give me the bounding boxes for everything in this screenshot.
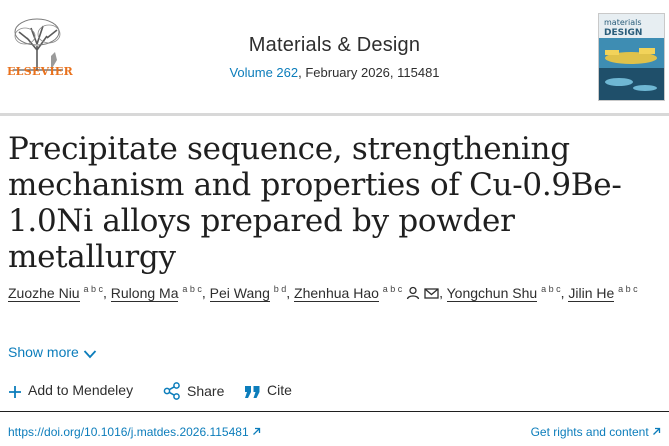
external-link-arrow-icon: [653, 427, 661, 435]
author-link[interactable]: Pei Wang: [209, 284, 270, 302]
cover-title-line2: DESIGN: [604, 28, 642, 38]
header-divider: [0, 113, 669, 116]
actions-divider: [0, 411, 669, 412]
author-affiliation[interactable]: b d: [274, 284, 287, 294]
author-affiliation[interactable]: a b c: [83, 284, 103, 294]
author-affiliation[interactable]: a b c: [383, 284, 403, 294]
show-more-button[interactable]: Show more: [8, 344, 97, 360]
share-icon: [163, 382, 180, 400]
quote-icon: [245, 386, 260, 398]
email-icon[interactable]: [424, 287, 439, 300]
journal-cover-image[interactable]: materials DESIGN: [598, 13, 665, 101]
author-link[interactable]: Rulong Ma: [110, 284, 179, 302]
person-icon[interactable]: [406, 286, 420, 300]
doi-link[interactable]: https://doi.org/10.1016/j.matdes.2026.11…: [8, 425, 261, 439]
add-to-mendeley-button[interactable]: Add to Mendeley: [8, 382, 133, 399]
plus-icon: [9, 386, 21, 398]
add-to-mendeley-label: Add to Mendeley: [28, 382, 134, 398]
journal-title[interactable]: Materials & Design: [0, 34, 669, 57]
author-link[interactable]: Jilin He: [568, 284, 615, 302]
external-link-arrow-icon: [253, 427, 261, 435]
journal-issue-info: Volume 262, February 2026, 115481: [0, 65, 669, 80]
share-label: Share: [187, 383, 225, 399]
get-rights-label: Get rights and content: [530, 425, 649, 439]
author-link[interactable]: Zuozhe Niu: [8, 284, 80, 302]
author-affiliation[interactable]: a b c: [541, 284, 561, 294]
author-link[interactable]: Yongchun Shu: [446, 284, 538, 302]
issue-details: , February 2026, 115481: [298, 65, 440, 80]
author-affiliation[interactable]: a b c: [182, 284, 202, 294]
journal-header: ELSEVIER Materials & Design Volume 262, …: [0, 0, 669, 113]
doi-label: https://doi.org/10.1016/j.matdes.2026.11…: [8, 425, 249, 439]
cite-button[interactable]: Cite: [244, 382, 292, 399]
share-button[interactable]: Share: [163, 382, 224, 400]
show-more-label: Show more: [8, 344, 79, 360]
author-affiliation[interactable]: a b c: [618, 284, 638, 294]
article-title: Precipitate sequence, strengthening mech…: [8, 131, 622, 275]
get-rights-link[interactable]: Get rights and content: [531, 425, 661, 439]
cite-label: Cite: [267, 382, 292, 398]
volume-link[interactable]: Volume 262: [229, 65, 298, 80]
chevron-down-icon: [83, 350, 96, 359]
cover-title-line1: materials: [604, 18, 642, 27]
author-list: Zuozhe Niu a b c, Rulong Ma a b c, Pei W…: [8, 284, 638, 302]
author-link[interactable]: Zhenhua Hao: [294, 284, 379, 302]
